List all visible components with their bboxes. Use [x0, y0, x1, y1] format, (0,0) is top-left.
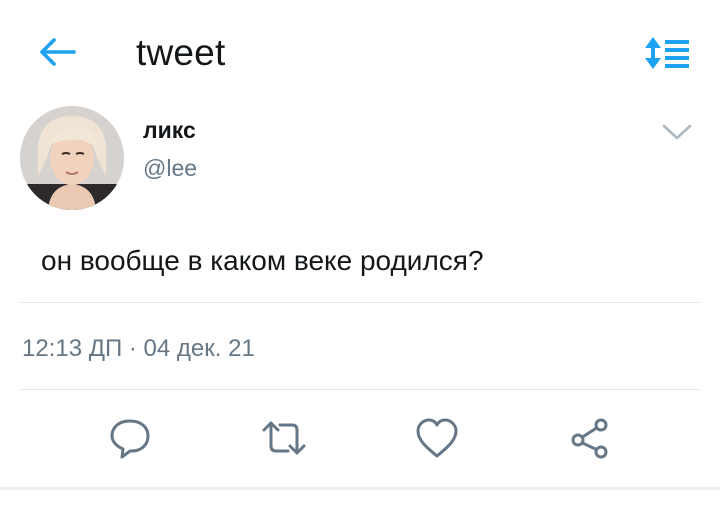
share-button[interactable]	[566, 414, 614, 462]
retweet-icon	[262, 421, 306, 455]
chevron-down-icon	[662, 124, 692, 140]
share-icon	[571, 418, 608, 459]
sort-button[interactable]	[644, 34, 690, 72]
reply-button[interactable]	[106, 414, 154, 462]
author-handle[interactable]: @lee	[143, 154, 197, 182]
page-title: tweet	[136, 32, 226, 73]
bottom-divider	[0, 487, 720, 490]
avatar-image	[20, 106, 124, 210]
tweet-menu-button[interactable]	[660, 120, 694, 144]
app-header: tweet	[0, 0, 720, 108]
divider	[20, 302, 700, 303]
author-name[interactable]: ликс	[143, 116, 196, 144]
heart-icon	[416, 418, 458, 458]
sort-list-icon	[645, 37, 689, 69]
divider	[20, 389, 700, 390]
arrow-left-icon	[40, 38, 76, 66]
tweet-text: он вообще в каком веке родился?	[41, 245, 484, 276]
back-button[interactable]	[34, 32, 78, 72]
comment-icon	[110, 419, 150, 459]
tweet-timestamp: 12:13 ДП · 04 дек. 21	[22, 335, 255, 362]
avatar[interactable]	[20, 106, 124, 210]
like-button[interactable]	[413, 414, 461, 462]
retweet-button[interactable]	[260, 414, 308, 462]
